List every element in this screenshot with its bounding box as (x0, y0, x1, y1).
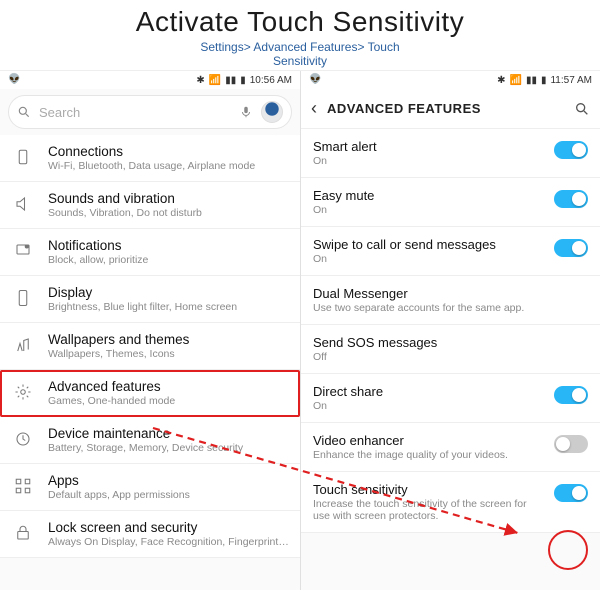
signal-icon: ▮▮ (526, 75, 537, 86)
settings-row-advanced-features[interactable]: Advanced featuresGames, One-handed mode (0, 370, 300, 417)
af-row-label: Easy mute (313, 188, 544, 203)
toggle-smart-alert[interactable] (554, 141, 588, 159)
settings-row-sub: Always On Display, Face Recognition, Fin… (48, 536, 290, 548)
af-row-label: Touch sensitivity (313, 482, 544, 497)
settings-row-notifications[interactable]: NotificationsBlock, allow, prioritize (0, 229, 300, 276)
bluetooth-icon: ✱ (497, 75, 505, 86)
wifi-icon: 📶 (209, 75, 221, 86)
settings-row-label: Sounds and vibration (48, 191, 290, 206)
wallpaper-icon (12, 334, 34, 356)
af-row-label: Send SOS messages (313, 335, 588, 350)
clock-right: 11:57 AM (550, 75, 592, 86)
toggle-swipe-to-call-or-send-messages[interactable] (554, 239, 588, 257)
highlight-ring (548, 530, 588, 570)
af-row-direct-share[interactable]: Direct shareOn (301, 374, 600, 423)
signal-icon: ▮▮ (225, 75, 236, 86)
af-row-sub: On (313, 400, 544, 412)
af-row-swipe-to-call-or-send-messages[interactable]: Swipe to call or send messagesOn (301, 227, 600, 276)
af-row-smart-alert[interactable]: Smart alertOn (301, 129, 600, 178)
toggle-video-enhancer[interactable] (554, 435, 588, 453)
settings-row-device-maintenance[interactable]: Device maintenanceBattery, Storage, Memo… (0, 417, 300, 464)
settings-row-label: Advanced features (48, 379, 290, 394)
back-icon[interactable]: ‹ (311, 98, 317, 119)
af-row-label: Video enhancer (313, 433, 544, 448)
wifi-icon: 📶 (510, 75, 522, 86)
af-row-dual-messenger[interactable]: Dual MessengerUse two separate accounts … (301, 276, 600, 325)
af-row-label: Dual Messenger (313, 286, 588, 301)
advanced-features-title: ADVANCED FEATURES (327, 101, 564, 116)
toggle-direct-share[interactable] (554, 386, 588, 404)
battery-icon: ▮ (541, 75, 547, 86)
bluetooth-icon: ✱ (196, 75, 204, 86)
display-icon (12, 287, 34, 309)
breadcrumb-line2: Sensitivity (0, 54, 600, 68)
maintenance-icon (12, 428, 34, 450)
settings-row-sounds-and-vibration[interactable]: Sounds and vibrationSounds, Vibration, D… (0, 182, 300, 229)
settings-row-sub: Block, allow, prioritize (48, 254, 290, 266)
settings-row-label: Device maintenance (48, 426, 290, 441)
settings-row-label: Display (48, 285, 290, 300)
toggle-easy-mute[interactable] (554, 190, 588, 208)
reddit-icon: 👽 (309, 75, 321, 85)
settings-row-sub: Sounds, Vibration, Do not disturb (48, 207, 290, 219)
af-row-label: Smart alert (313, 139, 544, 154)
settings-row-display[interactable]: DisplayBrightness, Blue light filter, Ho… (0, 276, 300, 323)
af-row-sub: On (313, 155, 544, 167)
settings-row-sub: Battery, Storage, Memory, Device securit… (48, 442, 290, 454)
page-title: Activate Touch Sensitivity (0, 6, 600, 38)
settings-row-sub: Wallpapers, Themes, Icons (48, 348, 290, 360)
af-row-sub: On (313, 253, 544, 265)
settings-row-label: Connections (48, 144, 290, 159)
apps-icon (12, 475, 34, 497)
af-row-label: Direct share (313, 384, 544, 399)
sound-icon (12, 193, 34, 215)
advanced-features-pane: 👽 ✱ 📶 ▮▮ ▮ 11:57 AM ‹ ADVANCED FEATURES … (300, 71, 600, 590)
settings-row-sub: Games, One-handed mode (48, 395, 290, 407)
settings-row-label: Lock screen and security (48, 520, 290, 535)
advanced-features-header: ‹ ADVANCED FEATURES (301, 89, 600, 129)
settings-row-apps[interactable]: AppsDefault apps, App permissions (0, 464, 300, 511)
af-row-label: Swipe to call or send messages (313, 237, 544, 252)
search-icon (17, 105, 31, 119)
af-row-sub: Enhance the image quality of your videos… (313, 449, 544, 461)
toggle-touch-sensitivity[interactable] (554, 484, 588, 502)
af-row-sub: Increase the touch sensitivity of the sc… (313, 498, 544, 522)
status-bar-right: 👽 ✱ 📶 ▮▮ ▮ 11:57 AM (301, 71, 600, 89)
settings-row-connections[interactable]: ConnectionsWi-Fi, Bluetooth, Data usage,… (0, 135, 300, 182)
advanced-icon (12, 381, 34, 403)
af-row-sub: Use two separate accounts for the same a… (313, 302, 588, 314)
af-row-sub: Off (313, 351, 588, 363)
af-row-easy-mute[interactable]: Easy muteOn (301, 178, 600, 227)
settings-row-wallpapers-and-themes[interactable]: Wallpapers and themesWallpapers, Themes,… (0, 323, 300, 370)
connections-icon (12, 146, 34, 168)
settings-row-label: Wallpapers and themes (48, 332, 290, 347)
settings-row-label: Apps (48, 473, 290, 488)
search-icon[interactable] (574, 101, 590, 117)
lock-icon (12, 522, 34, 544)
mic-icon[interactable] (239, 105, 253, 119)
search-bar[interactable]: Search (8, 95, 292, 129)
af-row-send-sos-messages[interactable]: Send SOS messagesOff (301, 325, 600, 374)
settings-pane: 👽 ✱ 📶 ▮▮ ▮ 10:56 AM Search ConnectionsWi… (0, 71, 300, 590)
clock-left: 10:56 AM (250, 75, 292, 86)
settings-row-label: Notifications (48, 238, 290, 253)
settings-row-lock-screen-and-security[interactable]: Lock screen and securityAlways On Displa… (0, 511, 300, 558)
status-bar-left: 👽 ✱ 📶 ▮▮ ▮ 10:56 AM (0, 71, 300, 89)
af-row-sub: On (313, 204, 544, 216)
avatar[interactable] (261, 101, 283, 123)
af-row-touch-sensitivity[interactable]: Touch sensitivityIncrease the touch sens… (301, 472, 600, 533)
af-row-video-enhancer[interactable]: Video enhancerEnhance the image quality … (301, 423, 600, 472)
notifications-icon (12, 240, 34, 262)
reddit-icon: 👽 (8, 75, 20, 85)
search-placeholder: Search (39, 105, 231, 120)
breadcrumb: Settings> Advanced Features> Touch (0, 40, 600, 54)
settings-row-sub: Wi-Fi, Bluetooth, Data usage, Airplane m… (48, 160, 290, 172)
settings-row-sub: Default apps, App permissions (48, 489, 290, 501)
battery-icon: ▮ (240, 75, 246, 86)
settings-row-sub: Brightness, Blue light filter, Home scre… (48, 301, 290, 313)
